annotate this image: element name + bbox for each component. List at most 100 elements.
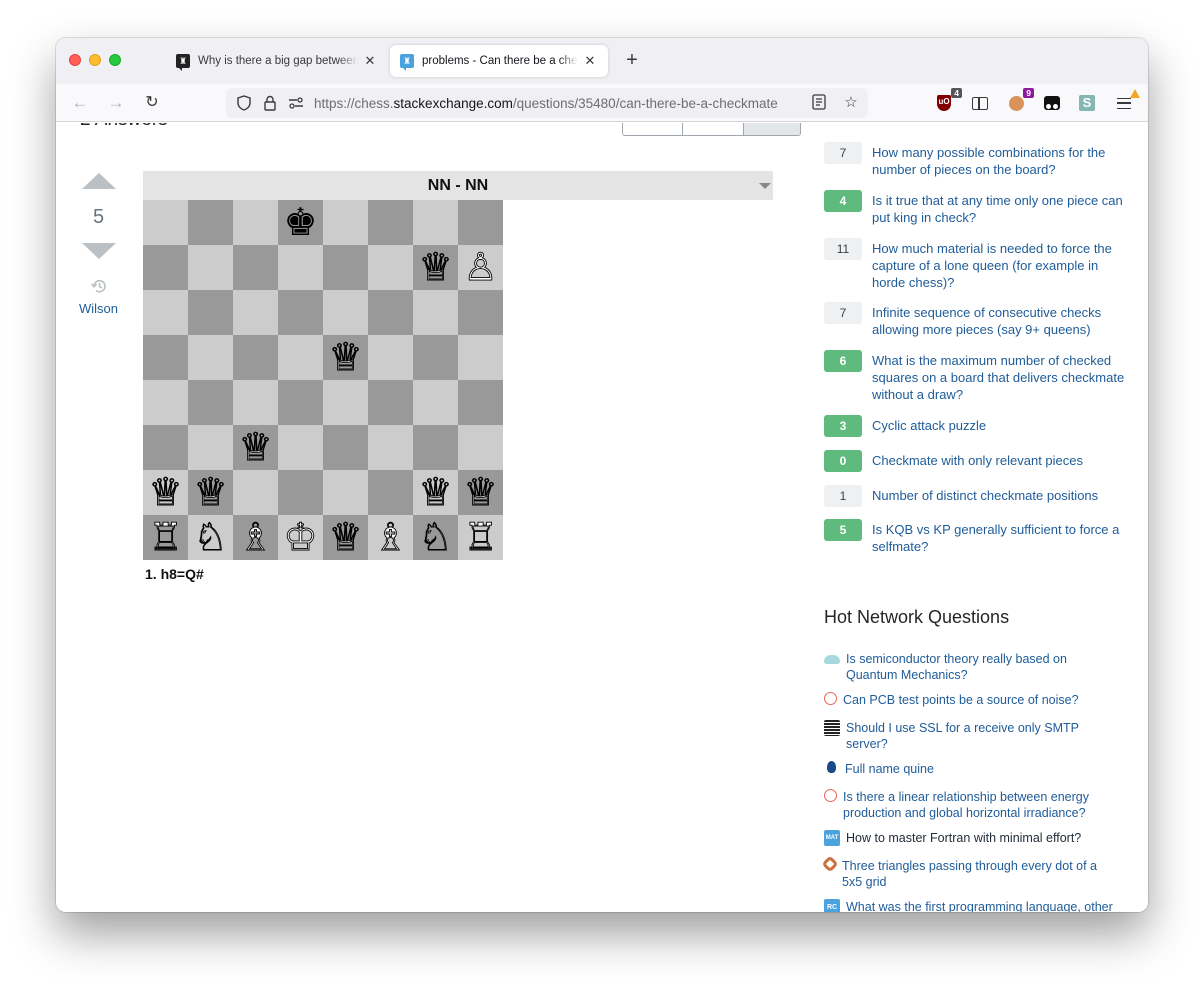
new-tab-button[interactable]: + — [622, 50, 642, 70]
square-g7[interactable]: ♕ — [413, 245, 458, 290]
square-f4[interactable] — [368, 380, 413, 425]
related-question-link[interactable]: How many possible combinations for the n… — [872, 142, 1128, 178]
square-h8[interactable] — [458, 200, 503, 245]
white-pawn-icon[interactable]: ♙ — [463, 245, 498, 290]
back-arrow-icon[interactable]: ← — [69, 92, 91, 114]
answer-count-badge[interactable]: 1 — [824, 485, 862, 507]
hot-network-question-link[interactable]: Is semiconductor theory really based on … — [846, 651, 1116, 683]
answer-count-badge[interactable]: 3 — [824, 415, 862, 437]
game-title-bar[interactable]: NN - NN — [143, 171, 773, 200]
related-question-link[interactable]: Infinite sequence of consecutive checks … — [872, 302, 1128, 338]
square-f1[interactable]: ♗ — [368, 515, 413, 560]
square-a3[interactable] — [143, 425, 188, 470]
related-question-link[interactable]: What is the maximum number of checked sq… — [872, 350, 1128, 403]
square-b5[interactable] — [188, 335, 233, 380]
square-e3[interactable] — [323, 425, 368, 470]
tab-can-there-be-checkmate[interactable]: ♜ problems - Can there be a check ✕ — [390, 45, 608, 77]
ublock-extension-button[interactable]: uO 4 — [934, 88, 962, 113]
white-knight-icon[interactable]: ♘ — [193, 515, 228, 560]
square-d4[interactable] — [278, 380, 323, 425]
sidebar-toggle-button[interactable] — [970, 93, 990, 113]
answer-count-badge[interactable]: 0 — [824, 450, 862, 472]
square-d8[interactable]: ♚ — [278, 200, 323, 245]
tab-why-big-gap[interactable]: ♜ Why is there a big gap between ✕ — [166, 45, 388, 77]
square-f6[interactable] — [368, 290, 413, 335]
square-h1[interactable]: ♖ — [458, 515, 503, 560]
answer-count-badge[interactable]: 7 — [824, 302, 862, 324]
square-a8[interactable] — [143, 200, 188, 245]
revision-history-icon[interactable] — [90, 277, 108, 295]
related-question-link[interactable]: Number of distinct checkmate positions — [872, 485, 1128, 507]
upvote-arrow-icon[interactable] — [81, 173, 116, 189]
hot-network-question-link[interactable]: Three triangles passing through every do… — [842, 858, 1112, 890]
hot-network-question-link[interactable]: How to master Fortran with minimal effor… — [846, 830, 1116, 846]
white-king-icon[interactable]: ♔ — [283, 515, 318, 560]
square-b6[interactable] — [188, 290, 233, 335]
square-c2[interactable] — [233, 470, 278, 515]
square-e6[interactable] — [323, 290, 368, 335]
square-c1[interactable]: ♗ — [233, 515, 278, 560]
white-bishop-icon[interactable]: ♗ — [238, 515, 273, 560]
square-g6[interactable] — [413, 290, 458, 335]
lock-icon[interactable] — [262, 95, 278, 111]
white-rook-icon[interactable]: ♖ — [148, 515, 183, 560]
square-a6[interactable] — [143, 290, 188, 335]
cookie-extension-button[interactable]: 9 — [1006, 88, 1034, 113]
square-g1[interactable]: ♘ — [413, 515, 458, 560]
square-g3[interactable] — [413, 425, 458, 470]
permissions-icon[interactable] — [288, 95, 304, 111]
minimize-window-button[interactable] — [89, 54, 101, 66]
square-h5[interactable] — [458, 335, 503, 380]
white-rook-icon[interactable]: ♖ — [463, 515, 498, 560]
square-f7[interactable] — [368, 245, 413, 290]
forward-arrow-icon[interactable]: → — [105, 92, 127, 114]
related-question-link[interactable]: Checkmate with only relevant pieces — [872, 450, 1128, 472]
square-c3[interactable]: ♕ — [233, 425, 278, 470]
answer-count-badge[interactable]: 4 — [824, 190, 862, 212]
answer-count-badge[interactable]: 5 — [824, 519, 862, 541]
white-queen-icon[interactable]: ♕ — [148, 470, 183, 515]
close-tab-icon[interactable]: ✕ — [362, 53, 378, 69]
square-e5[interactable]: ♕ — [323, 335, 368, 380]
answer-count-badge[interactable]: 11 — [824, 238, 862, 260]
square-b8[interactable] — [188, 200, 233, 245]
white-queen-icon[interactable]: ♕ — [328, 335, 363, 380]
incognito-extension-button[interactable] — [1042, 93, 1062, 113]
square-a2[interactable]: ♕ — [143, 470, 188, 515]
related-question-link[interactable]: Cyclic attack puzzle — [872, 415, 1128, 437]
white-queen-icon[interactable]: ♕ — [463, 470, 498, 515]
white-queen-icon[interactable]: ♕ — [238, 425, 273, 470]
close-tab-icon[interactable]: ✕ — [582, 53, 598, 69]
hot-network-question-link[interactable]: Can PCB test points be a source of noise… — [843, 692, 1113, 708]
square-c7[interactable] — [233, 245, 278, 290]
square-h7[interactable]: ♙ — [458, 245, 503, 290]
reload-icon[interactable]: ↻ — [141, 92, 163, 114]
square-h6[interactable] — [458, 290, 503, 335]
answer-count-badge[interactable]: 6 — [824, 350, 862, 372]
square-c6[interactable] — [233, 290, 278, 335]
square-e8[interactable] — [323, 200, 368, 245]
square-a4[interactable] — [143, 380, 188, 425]
white-bishop-icon[interactable]: ♗ — [373, 515, 408, 560]
hot-network-question-link[interactable]: What was the first programming language,… — [846, 899, 1116, 912]
square-b4[interactable] — [188, 380, 233, 425]
related-question-link[interactable]: How much material is needed to force the… — [872, 238, 1128, 291]
sort-button[interactable] — [623, 123, 683, 135]
square-f3[interactable] — [368, 425, 413, 470]
zoom-window-button[interactable] — [109, 54, 121, 66]
square-e1[interactable]: ♕ — [323, 515, 368, 560]
square-d2[interactable] — [278, 470, 323, 515]
square-e7[interactable] — [323, 245, 368, 290]
address-bar[interactable]: https://chess.stackexchange.com/question… — [226, 88, 868, 118]
square-c8[interactable] — [233, 200, 278, 245]
dropdown-triangle-icon[interactable] — [759, 183, 771, 189]
hot-network-question-link[interactable]: Should I use SSL for a receive only SMTP… — [846, 720, 1116, 752]
sort-button-selected[interactable] — [744, 123, 800, 135]
square-e4[interactable] — [323, 380, 368, 425]
related-question-link[interactable]: Is it true that at any time only one pie… — [872, 190, 1128, 226]
square-d7[interactable] — [278, 245, 323, 290]
s-extension-button[interactable]: S — [1077, 93, 1097, 113]
downvote-arrow-icon[interactable] — [81, 243, 116, 259]
reader-view-icon[interactable] — [810, 94, 828, 112]
square-h3[interactable] — [458, 425, 503, 470]
